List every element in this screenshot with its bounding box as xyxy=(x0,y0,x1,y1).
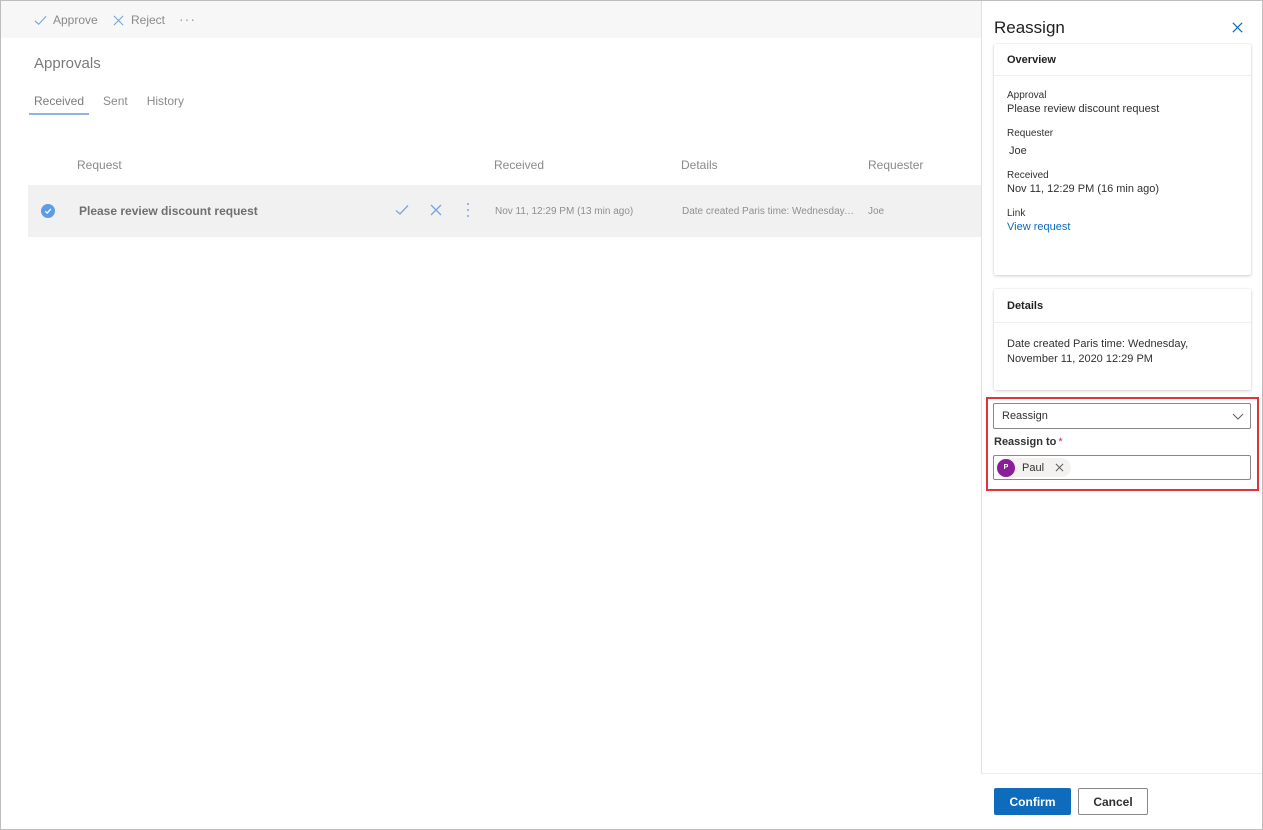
action-dropdown[interactable]: Reassign xyxy=(993,403,1251,429)
approve-label: Approve xyxy=(53,13,98,27)
link-field: Link View request xyxy=(1007,208,1238,233)
tab-sent[interactable]: Sent xyxy=(98,92,133,114)
details-card: Details Date created Paris time: Wednesd… xyxy=(994,289,1251,390)
row-request-title[interactable]: Please review discount request xyxy=(79,204,258,218)
tab-history[interactable]: History xyxy=(142,92,189,114)
requester-value: Joe xyxy=(1009,145,1027,157)
column-header-requester[interactable]: Requester xyxy=(868,158,923,172)
row-selected-check-icon[interactable] xyxy=(41,204,55,218)
approvals-main: Approve Reject ··· Approvals Received Se… xyxy=(1,1,981,829)
approve-button[interactable]: Approve xyxy=(34,13,98,27)
column-header-details[interactable]: Details xyxy=(681,158,718,172)
view-request-link[interactable]: View request xyxy=(1007,221,1238,233)
close-icon xyxy=(113,14,124,26)
reject-label: Reject xyxy=(131,13,166,27)
reassign-to-text: Reassign to xyxy=(994,436,1057,448)
chevron-down-icon xyxy=(1232,413,1244,420)
row-received: Nov 11, 12:29 PM (13 min ago) xyxy=(495,206,634,217)
persona-chip[interactable]: P Paul xyxy=(997,458,1071,477)
approval-field: Approval Please review discount request xyxy=(1007,90,1238,115)
overview-card: Overview Approval Please review discount… xyxy=(994,44,1251,275)
requester-label: Requester xyxy=(1007,128,1054,139)
required-marker: * xyxy=(1058,436,1063,448)
panel-footer: Confirm Cancel xyxy=(981,773,1262,829)
overview-heading: Overview xyxy=(994,44,1251,76)
row-details: Date created Paris time: Wednesday, Nove… xyxy=(682,206,854,217)
row-requester: Joe xyxy=(868,206,885,217)
reject-button[interactable]: Reject xyxy=(112,13,165,27)
received-value: Nov 11, 12:29 PM (16 min ago) xyxy=(1007,183,1160,195)
row-approve-icon[interactable] xyxy=(395,203,409,217)
remove-icon[interactable] xyxy=(1055,463,1064,472)
received-label: Received xyxy=(1007,170,1049,181)
row-more-icon[interactable] xyxy=(465,202,471,218)
reassign-to-label: Reassign to * xyxy=(994,436,1063,448)
received-field: Received Nov 11, 12:29 PM (16 min ago) xyxy=(1007,170,1238,195)
link-label: Link xyxy=(1007,208,1026,219)
command-bar: Approve Reject ··· xyxy=(1,1,981,38)
more-options-icon[interactable]: ··· xyxy=(179,11,196,27)
requester-field: Requester Joe xyxy=(1007,128,1238,157)
checkmark-icon xyxy=(34,15,47,25)
avatar: P xyxy=(997,458,1015,477)
details-text: Date created Paris time: Wednesday, Nove… xyxy=(1007,338,1189,365)
cancel-button[interactable]: Cancel xyxy=(1078,788,1148,815)
approval-value: Please review discount request xyxy=(1007,103,1160,115)
panel-title: Reassign xyxy=(994,18,1065,37)
close-icon[interactable] xyxy=(1231,21,1244,34)
column-header-received[interactable]: Received xyxy=(494,158,544,172)
action-dropdown-value: Reassign xyxy=(1002,410,1048,422)
column-header-request[interactable]: Request xyxy=(77,158,122,172)
persona-name: Paul xyxy=(1022,461,1045,474)
tab-received[interactable]: Received xyxy=(29,92,90,115)
row-reject-icon[interactable] xyxy=(429,203,443,217)
details-heading: Details xyxy=(994,289,1251,323)
reassign-to-people-picker[interactable]: P Paul xyxy=(993,455,1251,480)
page-title: Approvals xyxy=(34,55,101,72)
tab-list: Received Sent History xyxy=(29,92,198,115)
approval-label: Approval xyxy=(1007,90,1047,101)
table-row[interactable]: Please review discount request Nov 11, 1… xyxy=(28,185,981,237)
confirm-button[interactable]: Confirm xyxy=(994,788,1071,815)
